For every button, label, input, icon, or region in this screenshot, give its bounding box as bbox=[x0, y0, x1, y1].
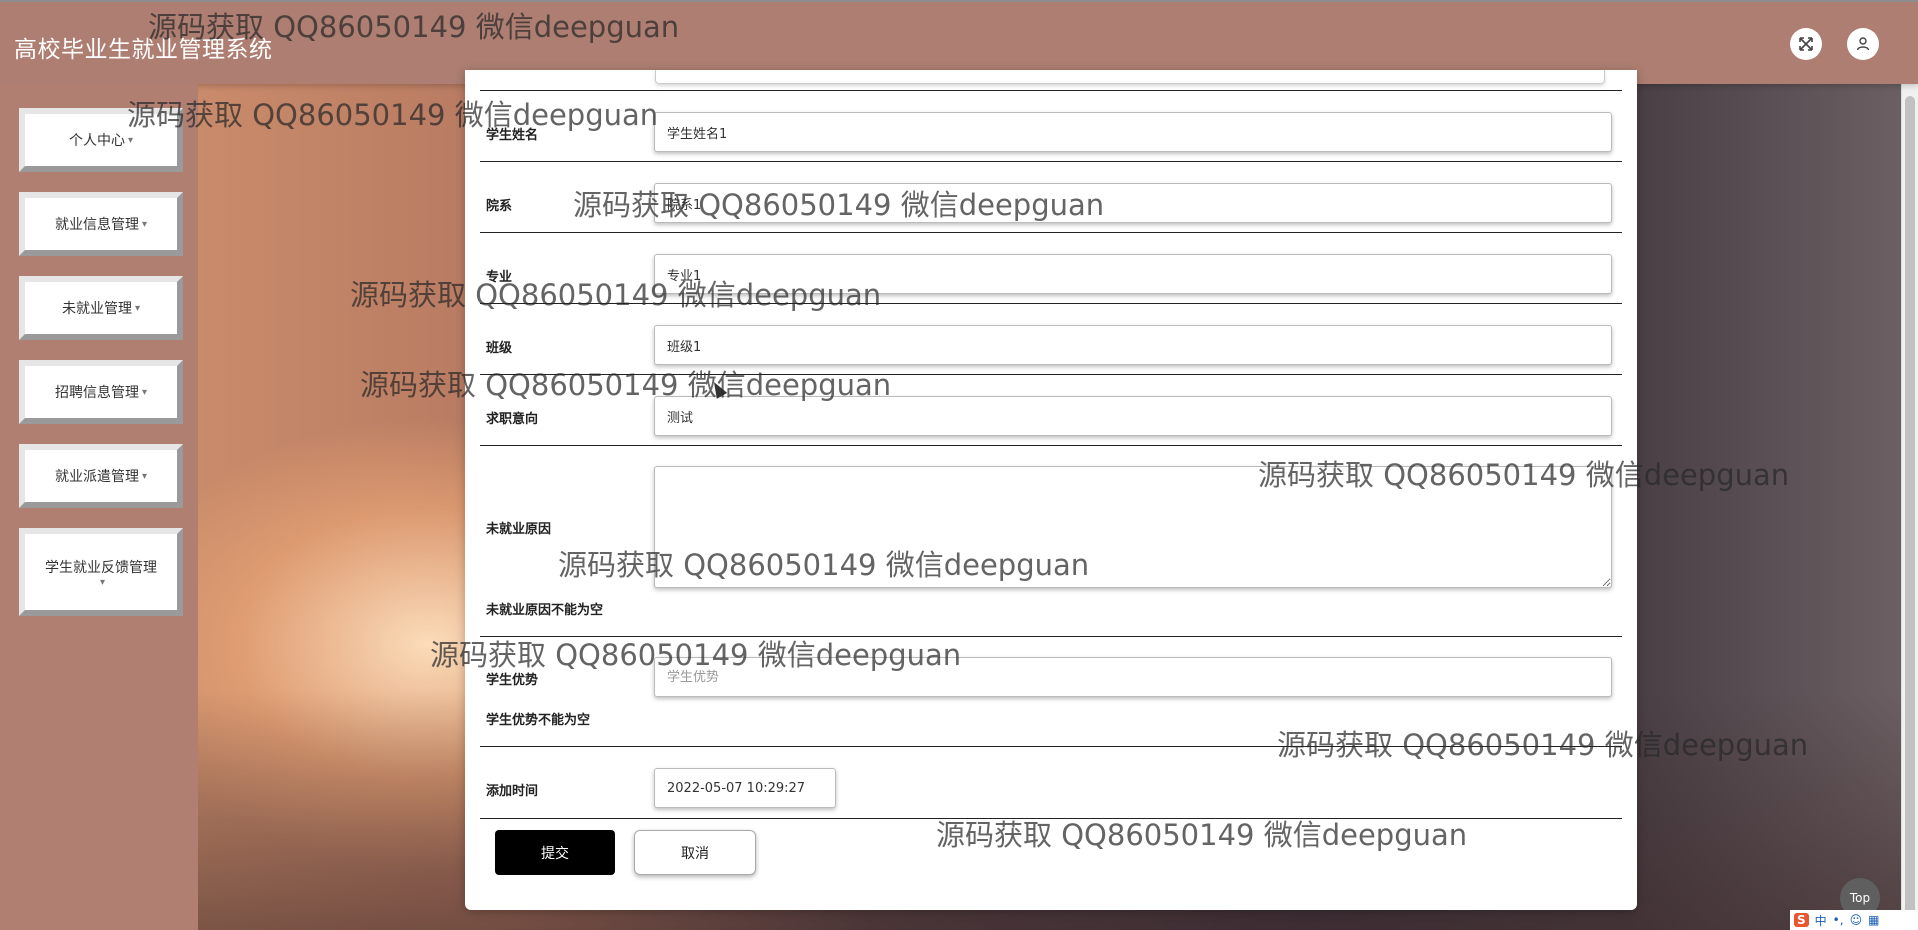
edit-form-panel: 学生姓名 院系 专业 班级 求职意向 未就业原因 未就业原因不能为空 学生优势 … bbox=[465, 70, 1637, 910]
sidebar-item-label: 个人中心 bbox=[68, 133, 125, 149]
class-label: 班级 bbox=[486, 341, 513, 356]
ime-language: 中 bbox=[1814, 913, 1827, 928]
previous-field-edge bbox=[655, 70, 1605, 84]
app-title: 高校毕业生就业管理系统 bbox=[14, 37, 273, 63]
sidebar-item-recruitment[interactable]: 招聘信息管理 ▾ bbox=[19, 360, 183, 424]
caret-down-icon: ▾ bbox=[141, 386, 148, 398]
sidebar-item-employment-info[interactable]: 就业信息管理 ▾ bbox=[19, 192, 183, 256]
submit-button[interactable]: 提交 bbox=[495, 830, 615, 875]
divider bbox=[480, 445, 1622, 446]
divider bbox=[480, 90, 1622, 91]
sidebar-item-feedback[interactable]: 学生就业反馈管理 ▾ bbox=[19, 528, 183, 616]
student-name-input[interactable] bbox=[654, 112, 1612, 152]
cancel-button[interactable]: 取消 bbox=[634, 830, 756, 875]
add-time-input[interactable] bbox=[654, 768, 836, 808]
user-icon bbox=[1856, 37, 1870, 51]
student-strength-label: 学生优势 bbox=[486, 673, 539, 688]
divider bbox=[480, 374, 1622, 375]
fullscreen-button[interactable] bbox=[1790, 28, 1822, 60]
divider bbox=[480, 232, 1622, 233]
sidebar-item-unemployed[interactable]: 未就业管理 ▾ bbox=[19, 276, 183, 340]
caret-down-icon: ▾ bbox=[141, 470, 148, 482]
major-input[interactable] bbox=[654, 254, 1612, 294]
user-button[interactable] bbox=[1847, 28, 1879, 60]
job-intention-input[interactable] bbox=[654, 396, 1612, 436]
sidebar-item-label: 就业派遣管理 bbox=[54, 469, 139, 485]
divider bbox=[480, 636, 1622, 637]
fullscreen-icon bbox=[1799, 37, 1813, 51]
ime-emoji-icon: ☺ bbox=[1849, 913, 1863, 927]
unemployed-reason-textarea[interactable] bbox=[654, 466, 1612, 588]
student-strength-error: 学生优势不能为空 bbox=[486, 713, 591, 728]
sidebar-item-dispatch[interactable]: 就业派遣管理 ▾ bbox=[19, 444, 183, 508]
divider bbox=[480, 303, 1622, 304]
divider bbox=[480, 161, 1622, 162]
major-label: 专业 bbox=[486, 270, 513, 285]
caret-down-icon: ▾ bbox=[141, 218, 148, 230]
caret-down-icon: ▾ bbox=[134, 302, 141, 314]
job-intention-label: 求职意向 bbox=[486, 412, 539, 427]
ime-toolbar[interactable]: S 中 •, ☺ ▦ bbox=[1790, 910, 1918, 930]
sidebar-item-label: 就业信息管理 bbox=[54, 217, 139, 233]
class-input[interactable] bbox=[654, 325, 1612, 365]
sidebar-item-label: 招聘信息管理 bbox=[54, 385, 139, 401]
sidebar-item-personal-center[interactable]: 个人中心 ▾ bbox=[19, 108, 183, 172]
divider bbox=[480, 746, 1622, 747]
ime-punctuation-icon: •, bbox=[1832, 913, 1844, 927]
caret-down-icon: ▾ bbox=[99, 576, 106, 588]
sidebar-item-label: 学生就业反馈管理 bbox=[45, 559, 157, 576]
student-name-label: 学生姓名 bbox=[486, 128, 539, 143]
ime-keyboard-icon: ▦ bbox=[1868, 913, 1880, 927]
scrollbar-thumb[interactable] bbox=[1905, 96, 1915, 916]
unemployed-reason-label: 未就业原因 bbox=[486, 522, 552, 537]
add-time-label: 添加时间 bbox=[486, 784, 539, 799]
student-strength-input[interactable] bbox=[654, 657, 1612, 697]
page-scrollbar[interactable] bbox=[1901, 84, 1918, 930]
divider bbox=[480, 818, 1622, 819]
unemployed-reason-error: 未就业原因不能为空 bbox=[486, 603, 604, 618]
caret-down-icon: ▾ bbox=[127, 134, 134, 146]
sidebar-item-label: 未就业管理 bbox=[61, 301, 132, 317]
department-input[interactable] bbox=[654, 183, 1612, 223]
ime-logo-icon: S bbox=[1794, 913, 1809, 927]
department-label: 院系 bbox=[486, 199, 513, 214]
